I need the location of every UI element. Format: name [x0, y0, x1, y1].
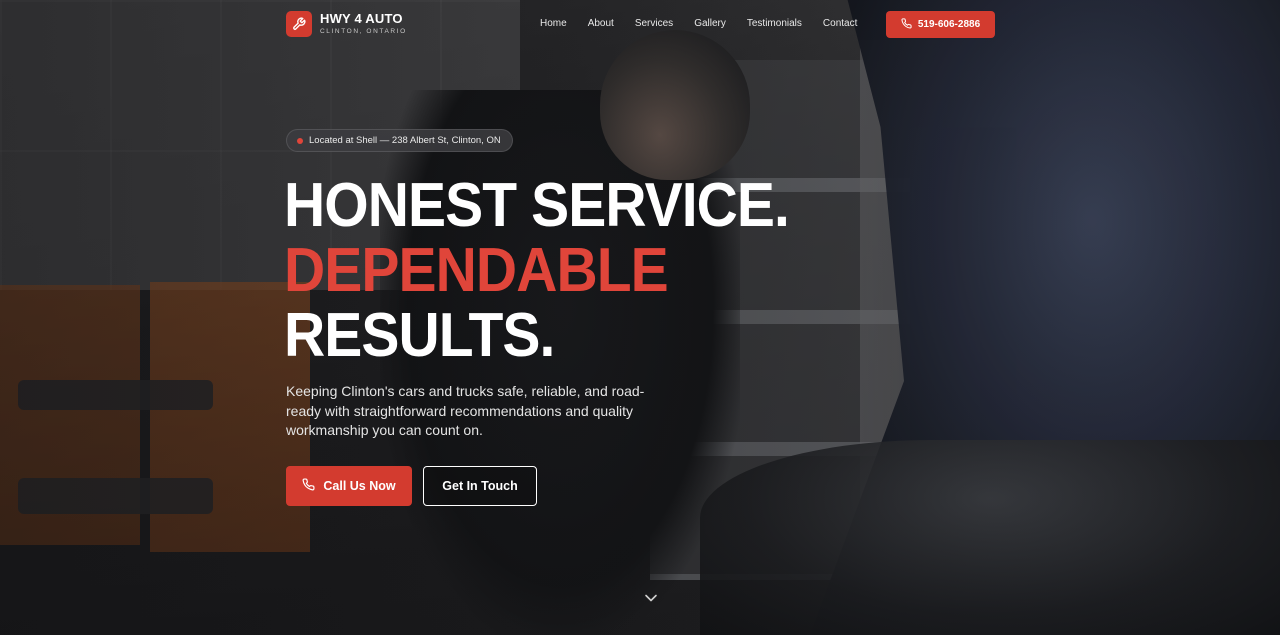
- phone-number: 519-606-2886: [917, 19, 981, 30]
- nav-testimonials[interactable]: Testimonials: [747, 18, 802, 29]
- location-text: Located at Shell — 238 Albert St, Clinto…: [309, 135, 501, 146]
- location-badge: Located at Shell — 238 Albert St, Clinto…: [286, 129, 513, 152]
- phone-icon: [901, 17, 912, 32]
- hero-headline: HONEST SERVICE. DEPENDABLE RESULTS.: [284, 171, 790, 370]
- nav-services[interactable]: Services: [635, 18, 673, 29]
- headline-line-2: DEPENDABLE: [284, 236, 669, 305]
- get-in-touch-button[interactable]: Get In Touch: [423, 466, 537, 506]
- headline-line-1: HONEST SERVICE.: [284, 171, 790, 240]
- nav-about[interactable]: About: [588, 18, 614, 29]
- chevron-down-icon[interactable]: [643, 591, 659, 605]
- hero-subtext: Keeping Clinton's cars and trucks safe, …: [286, 383, 645, 438]
- brand-name: HWY 4 AUTO: [320, 11, 403, 27]
- nav-home[interactable]: Home: [540, 18, 567, 29]
- brand[interactable]: HWY 4 AUTO CLINTON, ONTARIO: [286, 11, 407, 37]
- nav-gallery[interactable]: Gallery: [694, 18, 726, 29]
- site-header: HWY 4 AUTO CLINTON, ONTARIO Home About S…: [0, 0, 1280, 48]
- phone-button[interactable]: 519-606-2886: [886, 11, 995, 38]
- phone-icon: [302, 478, 315, 494]
- get-in-touch-label: Get In Touch: [442, 479, 518, 493]
- call-us-now-button[interactable]: Call Us Now: [286, 466, 412, 506]
- main-nav: Home About Services Gallery Testimonials…: [540, 18, 857, 29]
- call-us-now-label: Call Us Now: [323, 479, 396, 493]
- nav-contact[interactable]: Contact: [823, 18, 857, 29]
- location-dot-icon: [297, 137, 303, 144]
- wrench-icon: [286, 11, 312, 37]
- headline-line-3: RESULTS.: [284, 301, 555, 370]
- brand-location: CLINTON, ONTARIO: [320, 28, 407, 36]
